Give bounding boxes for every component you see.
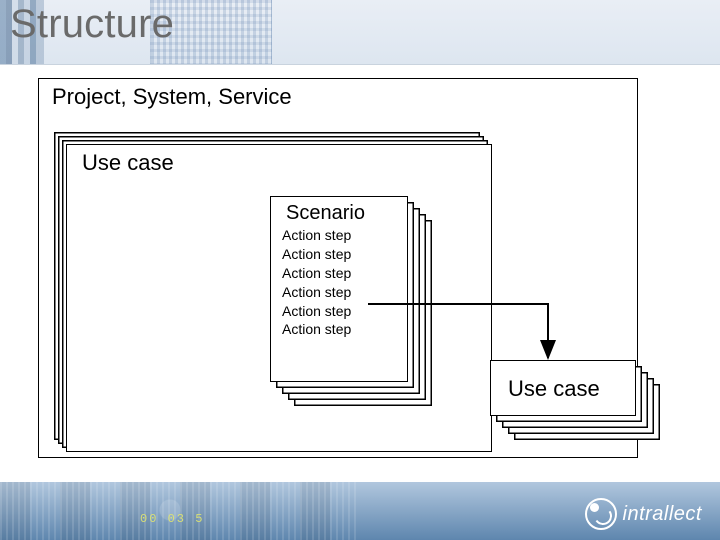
brand-logo-icon: [585, 498, 617, 530]
brand-name: intrallect: [623, 503, 702, 526]
slide-title: Structure: [10, 2, 174, 47]
footer-texture: [0, 482, 360, 540]
brand: intrallect: [585, 498, 702, 530]
diagram-canvas: Project, System, Service Use case Scenar…: [38, 78, 678, 478]
footer-numbers: 00 03 5: [140, 512, 204, 526]
arrow-icon: [38, 78, 678, 478]
